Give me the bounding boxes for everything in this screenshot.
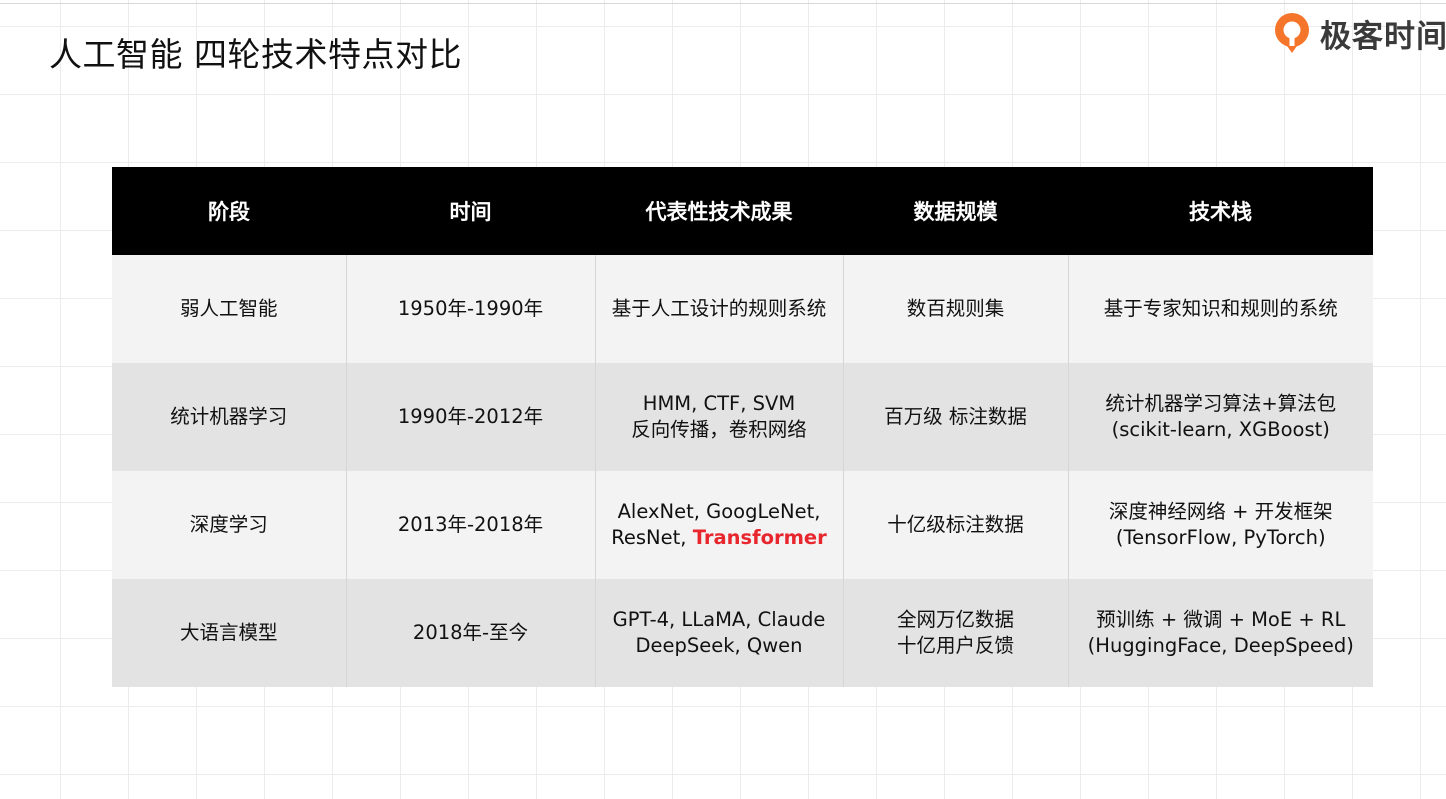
cell-line: 深度神经网络 + 开发框架 xyxy=(1108,500,1333,523)
cell-line: 基于专家知识和规则的系统 xyxy=(1103,297,1338,320)
cell-line: 预训练 + 微调 + MoE + RL xyxy=(1096,608,1346,631)
cell-achievements: GPT-4, LLaMA, Claude DeepSeek, Qwen xyxy=(594,579,843,687)
cell-data-scale: 十亿级标注数据 xyxy=(842,471,1068,579)
cell-line: 反向传播，卷积网络 xyxy=(631,418,807,441)
cell-stage: 深度学习 xyxy=(112,471,346,579)
achievements-prefix: ResNet, xyxy=(611,526,693,549)
cell-achievements: 基于人工设计的规则系统 xyxy=(594,255,843,363)
cell-stage: 统计机器学习 xyxy=(112,363,346,471)
cell-tech-stack: 深度神经网络 + 开发框架 (TensorFlow, PyTorch) xyxy=(1067,471,1373,579)
comparison-table: 阶段 时间 代表性技术成果 数据规模 技术栈 弱人工智能 1950年-1990年… xyxy=(112,167,1373,687)
cell-stage: 大语言模型 xyxy=(112,579,346,687)
cell-line: 数百规则集 xyxy=(906,297,1005,320)
column-header-data-scale: 数据规模 xyxy=(843,167,1068,255)
table-row: 弱人工智能 1950年-1990年 基于人工设计的规则系统 数百规则集 基于专家… xyxy=(112,255,1373,363)
cell-line: GPT-4, LLaMA, Claude xyxy=(612,608,826,631)
cell-tech-stack: 基于专家知识和规则的系统 xyxy=(1067,255,1373,363)
highlighted-achievement: Transformer xyxy=(692,526,827,549)
page-title: 人工智能 四轮技术特点对比 xyxy=(49,35,462,74)
cell-line: AlexNet, GoogLeNet, xyxy=(617,500,821,523)
cell-line: DeepSeek, Qwen xyxy=(635,634,803,657)
table-row: 大语言模型 2018年-至今 GPT-4, LLaMA, Claude Deep… xyxy=(112,579,1373,687)
table-row: 深度学习 2013年-2018年 AlexNet, GoogLeNet, Res… xyxy=(112,471,1373,579)
column-header-stage: 阶段 xyxy=(112,167,346,255)
cell-line: 十亿级标注数据 xyxy=(887,513,1024,536)
cell-achievements: AlexNet, GoogLeNet, ResNet, Transformer xyxy=(594,471,843,579)
logo-text: 极客时间 xyxy=(1320,18,1446,55)
cell-period: 2013年-2018年 xyxy=(345,471,595,579)
cell-data-scale: 百万级 标注数据 xyxy=(842,363,1068,471)
cell-line: 全网万亿数据 xyxy=(896,608,1014,631)
cell-stage: 弱人工智能 xyxy=(112,255,346,363)
cell-achievements: HMM, CTF, SVM 反向传播，卷积网络 xyxy=(594,363,843,471)
cell-line: (scikit-learn, XGBoost) xyxy=(1111,418,1330,441)
column-header-achievements: 代表性技术成果 xyxy=(595,167,843,255)
cell-line: 百万级 标注数据 xyxy=(884,405,1027,428)
cell-tech-stack: 预训练 + 微调 + MoE + RL (HuggingFace, DeepSp… xyxy=(1067,579,1373,687)
cell-line: ResNet, Transformer xyxy=(600,525,839,551)
cell-line: 基于人工设计的规则系统 xyxy=(611,297,827,320)
cell-line: 统计机器学习算法+算法包 xyxy=(1105,392,1337,415)
cell-line: (HuggingFace, DeepSpeed) xyxy=(1087,634,1354,657)
column-header-period: 时间 xyxy=(346,167,595,255)
cell-data-scale: 数百规则集 xyxy=(842,255,1068,363)
geektime-logo-icon xyxy=(1275,13,1309,53)
cell-tech-stack: 统计机器学习算法+算法包 (scikit-learn, XGBoost) xyxy=(1067,363,1373,471)
cell-period: 2018年-至今 xyxy=(345,579,595,687)
cell-line: (TensorFlow, PyTorch) xyxy=(1115,526,1326,549)
brand-logo: 极客时间 xyxy=(1272,8,1446,58)
cell-period: 1990年-2012年 xyxy=(345,363,595,471)
cell-data-scale: 全网万亿数据 十亿用户反馈 xyxy=(842,579,1068,687)
cell-period: 1950年-1990年 xyxy=(345,255,595,363)
top-divider xyxy=(0,3,1446,4)
table-header-row: 阶段 时间 代表性技术成果 数据规模 技术栈 xyxy=(112,167,1373,255)
cell-line: HMM, CTF, SVM xyxy=(642,392,796,415)
table-row: 统计机器学习 1990年-2012年 HMM, CTF, SVM 反向传播，卷积… xyxy=(112,363,1373,471)
cell-line: 十亿用户反馈 xyxy=(896,634,1014,657)
column-header-tech-stack: 技术栈 xyxy=(1068,167,1373,255)
